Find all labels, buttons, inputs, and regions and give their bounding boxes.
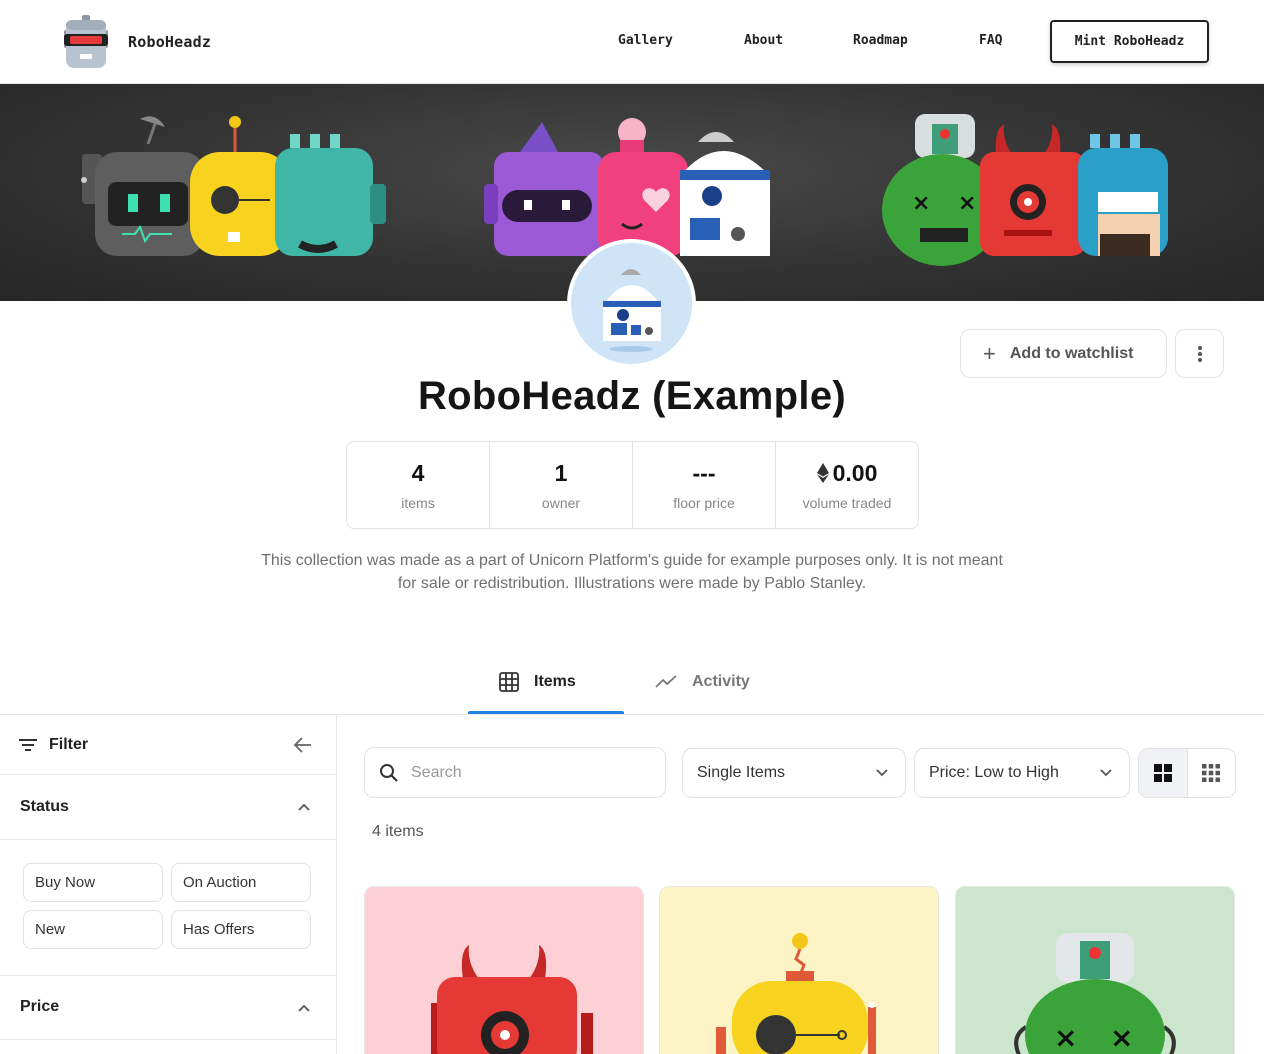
chevron-up-icon — [298, 1004, 310, 1012]
stat-volume-traded[interactable]: 0.00 volume traded — [776, 442, 918, 528]
svg-text:×: × — [958, 191, 976, 216]
kebab-menu-icon — [1197, 345, 1202, 362]
filter-sidebar: Filter Status Buy Now On Auction New Has… — [0, 715, 337, 1054]
svg-text:×: × — [1110, 1021, 1133, 1054]
nav-link-gallery[interactable]: Gallery — [618, 33, 673, 48]
large-grid-view-button[interactable] — [1139, 749, 1188, 797]
chevron-down-icon — [876, 769, 888, 777]
stat-value-row: 0.00 — [816, 459, 878, 487]
chevron-down-icon — [1100, 769, 1112, 777]
collection-avatar — [567, 239, 696, 368]
arrow-left-icon[interactable] — [293, 736, 313, 754]
large-grid-icon — [1153, 764, 1172, 782]
price-title: Price — [20, 998, 60, 1015]
brand-name: RoboHeadz — [128, 33, 212, 51]
grid-table-icon — [499, 672, 519, 692]
brand[interactable]: RoboHeadz — [58, 14, 211, 70]
top-nav: RoboHeadz Gallery About Roadmap FAQ Mint… — [0, 0, 1264, 84]
tab-label: Activity — [692, 673, 750, 690]
items-count: 4 items — [372, 823, 424, 840]
item-card[interactable]: × × — [955, 886, 1235, 1054]
stat-label: owner — [541, 494, 581, 511]
robot-blue-camo — [1078, 134, 1168, 256]
small-grid-icon — [1202, 764, 1221, 782]
plus-icon: + — [983, 340, 996, 366]
stat-label: floor price — [673, 494, 735, 511]
watchlist-label: Add to watchlist — [1009, 344, 1134, 362]
nav-link-faq[interactable]: FAQ — [979, 33, 1002, 48]
price-section-header[interactable]: Price — [0, 976, 336, 1040]
chevron-up-icon — [298, 803, 310, 811]
collection-stats: 4 items 1 owner --- floor price 0.00 vol… — [346, 441, 919, 529]
more-options-button[interactable] — [1175, 329, 1224, 378]
filter-label: Filter — [49, 736, 89, 753]
item-card[interactable] — [364, 886, 644, 1054]
stat-value: 1 — [554, 459, 568, 486]
status-on-auction[interactable]: On Auction — [171, 863, 311, 902]
nav-link-about[interactable]: About — [744, 33, 783, 48]
stat-value: --- — [692, 459, 716, 486]
add-to-watchlist-button[interactable]: + Add to watchlist — [960, 329, 1167, 378]
status-title: Status — [20, 798, 69, 815]
select-value: Single Items — [697, 764, 786, 781]
small-grid-view-button[interactable] — [1188, 749, 1236, 797]
ethereum-icon — [816, 463, 829, 483]
sort-select[interactable]: Price: Low to High — [914, 748, 1130, 798]
stat-floor-price[interactable]: --- floor price — [633, 442, 776, 528]
status-buy-now[interactable]: Buy Now — [23, 863, 163, 902]
status-new[interactable]: New — [23, 910, 163, 949]
search-icon — [380, 763, 398, 782]
nav-link-roadmap[interactable]: Roadmap — [853, 33, 908, 48]
collection-title: RoboHeadz (Example) — [418, 374, 846, 418]
mint-button[interactable]: Mint RoboHeadz — [1050, 20, 1209, 63]
robot-logo-icon — [64, 15, 108, 68]
trending-line-icon — [655, 675, 677, 688]
status-options: Buy Now On Auction New Has Offers — [0, 840, 336, 976]
robot-purple — [484, 122, 604, 256]
tab-label: Items — [534, 673, 576, 690]
status-section-header[interactable]: Status — [0, 775, 336, 840]
item-card[interactable] — [659, 886, 939, 1054]
svg-text:×: × — [1054, 1021, 1077, 1054]
collection-description: This collection was made as a part of Un… — [261, 552, 1003, 592]
view-toggle — [1138, 748, 1236, 798]
svg-text:×: × — [912, 191, 930, 216]
item-type-select[interactable]: Single Items — [682, 748, 906, 798]
yellow-antenna-robot-icon — [716, 933, 876, 1054]
robot-pink — [598, 118, 688, 256]
filter-header[interactable]: Filter — [0, 715, 336, 775]
robot-r2 — [680, 132, 770, 256]
search-input[interactable] — [411, 763, 641, 782]
stat-label: items — [401, 494, 435, 511]
robot-gray — [81, 116, 205, 256]
stat-value: 4 — [411, 459, 425, 486]
r2-robot-avatar-icon — [603, 269, 661, 352]
green-zombie-robot-icon: × × — [1014, 933, 1176, 1054]
search-box — [364, 747, 666, 798]
stat-owners[interactable]: 1 owner — [490, 442, 633, 528]
stat-items[interactable]: 4 items — [347, 442, 490, 528]
tab-items[interactable]: Items — [498, 662, 576, 702]
robot-teal — [275, 134, 386, 256]
tab-activity[interactable]: Activity — [654, 662, 750, 702]
status-has-offers[interactable]: Has Offers — [171, 910, 311, 949]
robot-red-devil — [980, 124, 1086, 256]
select-value: Price: Low to High — [929, 764, 1059, 781]
red-devil-robot-icon — [431, 945, 593, 1054]
filter-icon — [19, 739, 37, 751]
stat-label: volume traded — [802, 494, 892, 511]
stat-value: 0.00 — [832, 459, 878, 486]
